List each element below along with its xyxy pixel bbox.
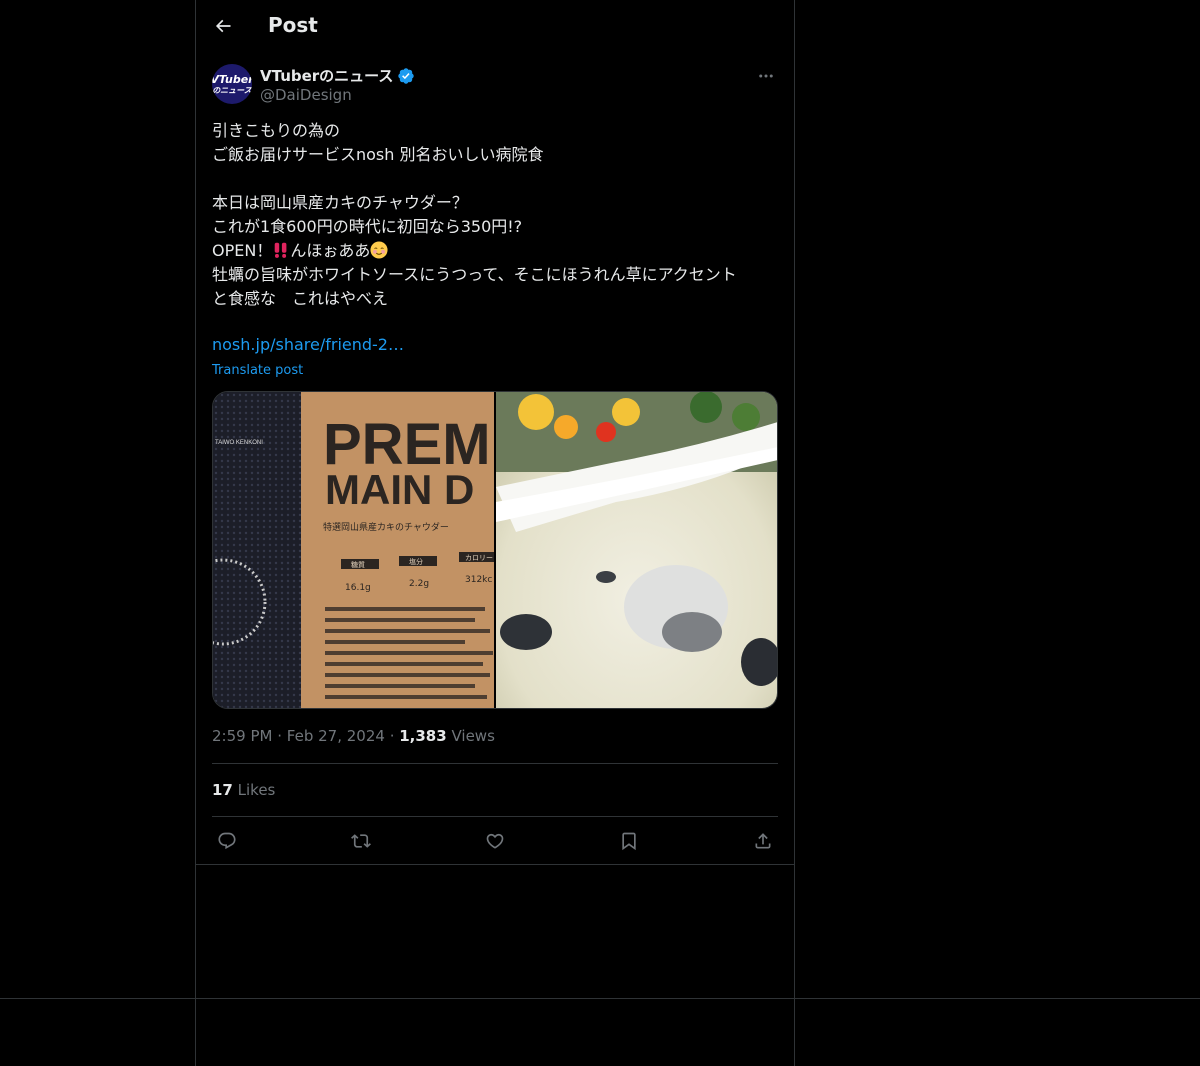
chowder-photo (496, 392, 777, 708)
likes-stat[interactable]: 17 Likes (212, 781, 275, 799)
heart-icon (486, 833, 504, 849)
package-brand: TAIWO KENKONI (215, 440, 263, 446)
author-name[interactable]: VTuberのニュース (260, 65, 393, 86)
media-image-chowder[interactable] (496, 392, 777, 708)
avatar-text-top: VTuber (212, 73, 252, 86)
translate-post-button[interactable]: Translate post (212, 363, 303, 378)
post-header: Post (196, 0, 794, 53)
post-time[interactable]: 2:59 PM (212, 727, 272, 745)
post-bottom-border (196, 864, 794, 865)
package-subtitle: 特選岡山県産カキのチャウダー (323, 521, 449, 533)
nutrition-value-3: 312kc (465, 575, 492, 585)
likes-count: 17 (212, 781, 233, 799)
post-meta: 2:59 PM · Feb 27, 2024 · 1,383 Views (212, 727, 495, 745)
verified-badge-icon (398, 67, 415, 84)
views-count: 1,383 (399, 727, 447, 745)
back-button[interactable] (208, 11, 238, 41)
reply-button[interactable] (212, 826, 242, 856)
arrow-left-icon (215, 19, 231, 33)
repost-button[interactable] (346, 826, 376, 856)
nutrition-label-1: 糖質 (351, 560, 365, 569)
post-date[interactable]: Feb 27, 2024 (287, 727, 385, 745)
avatar-text-bottom: のニュース (212, 86, 252, 95)
share-icon (755, 833, 771, 849)
package-title-line2: MAIN D (325, 466, 474, 513)
meta-separator: · (277, 727, 287, 745)
media-grid: PREM MAIN D 特選岡山県産カキのチャウダー TAIWO KENKONI… (212, 391, 778, 709)
more-options-button[interactable] (754, 66, 778, 86)
bookmark-icon (622, 832, 636, 851)
nutrition-value-2: 2.2g (409, 579, 429, 589)
meta-separator: · (389, 727, 400, 745)
action-bar (212, 826, 778, 856)
likes-label: Likes (237, 781, 276, 799)
author-handle[interactable]: @DaiDesign (260, 86, 352, 104)
media-image-package[interactable]: PREM MAIN D 特選岡山県産カキのチャウダー TAIWO KENKONI… (213, 392, 494, 708)
post-text: 引きこもりの為の ご飯お届けサービスnosh 別名おいしい病院食 本日は岡山県産… (212, 119, 778, 311)
package-photo: PREM MAIN D 特選岡山県産カキのチャウダー TAIWO KENKONI… (213, 392, 494, 708)
reply-icon (218, 832, 236, 850)
nutrition-value-1: 16.1g (345, 583, 371, 593)
post-text-part3: 牡蠣の旨味がホワイトソースにうつって、そこにほうれん草にアクセント と食感な こ… (212, 265, 737, 308)
share-button[interactable] (748, 826, 778, 856)
blushing-face-icon (370, 241, 388, 259)
more-horizontal-icon (759, 74, 773, 78)
bookmark-button[interactable] (614, 826, 644, 856)
nutrition-label-3: カロリー (465, 554, 493, 562)
author-name-row[interactable]: VTuberのニュース (260, 65, 415, 86)
like-button[interactable] (480, 826, 510, 856)
post-text-part2: んほぉああ (290, 241, 371, 260)
post-text-part1: 引きこもりの為の ご飯お届けサービスnosh 別名おいしい病院食 本日は岡山県産… (212, 121, 544, 260)
double-exclamation-icon (275, 242, 287, 258)
page-title: Post (268, 13, 318, 37)
repost-icon (351, 834, 371, 848)
divider (212, 763, 778, 764)
post-link[interactable]: nosh.jp/share/friend-2… (212, 335, 404, 354)
main-column: Post VTuber のニュース VTuberのニュース @DaiDesign… (195, 0, 795, 1066)
post-author: VTuber のニュース VTuberのニュース @DaiDesign (212, 64, 778, 108)
nutrition-label-2: 塩分 (409, 557, 423, 566)
avatar[interactable]: VTuber のニュース (212, 64, 252, 104)
divider (212, 816, 778, 817)
views-label: Views (451, 727, 495, 745)
